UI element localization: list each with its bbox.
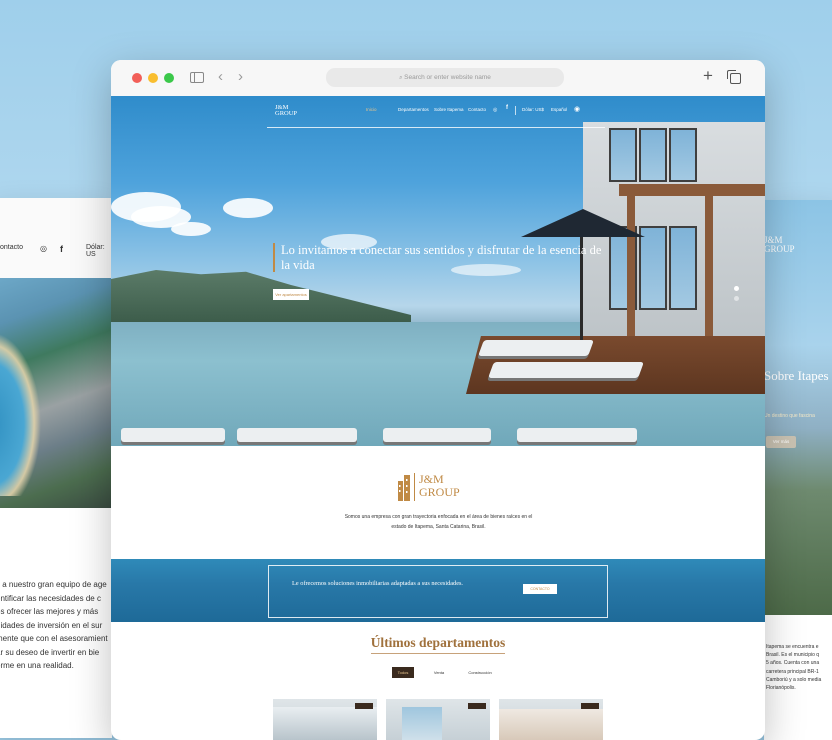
right-paragraph-line: Camboriú y a solo media bbox=[766, 676, 822, 683]
filter-tab-venta[interactable]: Venta bbox=[428, 667, 450, 678]
listing-photo bbox=[402, 707, 442, 740]
left-paragraph-line: entificar las necesidades de c bbox=[0, 593, 101, 603]
left-paragraph-line: s a nuestro gran equipo de age bbox=[0, 580, 107, 589]
browser-window: ‹ › ⌕ Search or enter website name + J&M… bbox=[111, 60, 765, 740]
listing-photo bbox=[499, 709, 603, 740]
left-paragraph-line: nidades de inversión en el sur bbox=[0, 620, 103, 630]
left-paragraph-line: os ofrecer las mejores y más bbox=[0, 607, 99, 616]
right-paragraph-line: 5 años. Cuenta con una bbox=[766, 660, 820, 667]
plus-icon[interactable]: + bbox=[703, 66, 713, 86]
address-bar[interactable]: ⌕ Search or enter website name bbox=[326, 68, 564, 87]
filter-tab-construccion[interactable]: Construcción bbox=[462, 667, 498, 678]
right-page-button[interactable]: Ver más bbox=[766, 436, 796, 448]
nav-item-departamentos[interactable]: Departamentos bbox=[398, 107, 429, 112]
right-page-photo bbox=[764, 200, 832, 615]
cloud bbox=[223, 198, 273, 218]
building-window bbox=[639, 226, 667, 310]
listing-badge bbox=[468, 703, 486, 709]
back-arrow-icon[interactable]: ‹ bbox=[218, 68, 223, 85]
listings-title: Últimos departamentos bbox=[370, 635, 506, 650]
sun-lounger bbox=[478, 340, 594, 356]
close-window-button[interactable] bbox=[132, 73, 142, 83]
sun-lounger bbox=[383, 428, 491, 442]
tabs-icon-back bbox=[727, 70, 736, 79]
right-page-paragraph: Itapema se encuentra e Brasil. Es el mun… bbox=[766, 643, 832, 692]
left-page-paragraph: s a nuestro gran equipo de age entificar… bbox=[0, 578, 122, 673]
facebook-icon[interactable]: f bbox=[506, 105, 508, 111]
right-page-logo: J&M GROUP bbox=[764, 236, 795, 254]
sun-lounger bbox=[488, 362, 644, 378]
sun-lounger bbox=[121, 428, 225, 442]
tabs-icon[interactable] bbox=[727, 70, 741, 84]
building-window bbox=[609, 128, 637, 182]
instagram-icon: ◎ bbox=[40, 244, 47, 253]
nav-item-contacto[interactable]: Contacto bbox=[468, 107, 486, 112]
right-paragraph-line: Brasil. Es el municipio q bbox=[766, 652, 820, 659]
right-paragraph-line: Florianópolis. bbox=[766, 685, 796, 692]
sidebar-icon-divider bbox=[194, 73, 196, 82]
sidebar-icon[interactable] bbox=[190, 72, 204, 83]
left-page-navbar: ontacto ◎ f Dólar: US bbox=[0, 198, 112, 279]
coastal-hills bbox=[111, 270, 411, 327]
pergola-post bbox=[705, 196, 713, 344]
left-paragraph-line: ar su deseo de invertir en bie bbox=[0, 647, 100, 657]
about-logo-text: J&M GROUP bbox=[419, 473, 460, 499]
instagram-icon[interactable]: ◎ bbox=[493, 107, 497, 113]
right-paragraph-line: Itapema se encuentra e bbox=[766, 644, 819, 650]
banner-text: Le ofrecemos soluciones inmobiliarias ad… bbox=[292, 580, 464, 587]
listing-card[interactable] bbox=[273, 699, 377, 740]
building-window bbox=[639, 128, 667, 182]
site-logo[interactable]: J&M GROUP bbox=[275, 104, 298, 117]
left-paragraph-line: mente que con el asesoramient bbox=[0, 634, 108, 643]
sun-lounger bbox=[237, 428, 357, 442]
right-logo-line2: GROUP bbox=[764, 244, 795, 254]
banner-contact-button[interactable]: CONTACTO bbox=[523, 584, 557, 594]
right-page-subtitle: Un destino que fascina bbox=[764, 413, 815, 419]
cloud bbox=[171, 222, 211, 236]
browser-toolbar: ‹ › ⌕ Search or enter website name + bbox=[111, 60, 765, 97]
facebook-icon: f bbox=[60, 244, 63, 254]
carousel-dot[interactable] bbox=[734, 296, 739, 301]
left-nav-currency: Dólar: US bbox=[86, 244, 105, 258]
left-paragraph-line: orme en una realidad. bbox=[0, 661, 74, 670]
listings-title-underline bbox=[371, 653, 505, 654]
banner-frame bbox=[268, 565, 608, 618]
right-paragraph-line: carretera principal BR-1 bbox=[766, 668, 819, 675]
pergola-beam bbox=[619, 184, 765, 196]
hero-title: Lo invitamos a conectar sus sentidos y d… bbox=[273, 243, 611, 272]
left-page-coastline bbox=[0, 316, 50, 496]
listing-card[interactable] bbox=[386, 699, 490, 740]
about-section bbox=[111, 446, 765, 559]
listing-badge bbox=[355, 703, 373, 709]
logo-divider bbox=[414, 473, 415, 501]
hero-cta-button[interactable]: Ver apartamentos bbox=[273, 289, 309, 300]
nav-underline bbox=[267, 127, 605, 128]
building-window bbox=[669, 128, 697, 182]
left-nav-contact: ontacto bbox=[0, 244, 23, 251]
background-page-right: J&M GROUP Sobre Itapes Un destino que fa… bbox=[764, 200, 832, 740]
nav-separator bbox=[515, 106, 516, 115]
language-selector[interactable]: Español bbox=[551, 107, 567, 112]
maximize-window-button[interactable] bbox=[164, 73, 174, 83]
currency-selector[interactable]: Dólar: US$ bbox=[522, 107, 544, 112]
listing-card[interactable] bbox=[499, 699, 603, 740]
about-logo-line2: GROUP bbox=[419, 485, 460, 499]
listing-badge bbox=[581, 703, 599, 709]
listing-photo bbox=[273, 707, 377, 740]
building-logo-icon bbox=[398, 475, 410, 501]
carousel-dot-active[interactable] bbox=[734, 286, 739, 291]
building-window bbox=[669, 226, 697, 310]
sun-lounger bbox=[517, 428, 637, 442]
user-account-icon[interactable]: ◉ bbox=[574, 105, 580, 113]
filter-tab-todos[interactable]: Todos bbox=[392, 667, 414, 678]
about-description: Somos una empresa con gran trayectoria e… bbox=[344, 514, 533, 530]
forward-arrow-icon[interactable]: › bbox=[238, 68, 243, 85]
logo-line2: GROUP bbox=[275, 110, 298, 117]
minimize-window-button[interactable] bbox=[148, 73, 158, 83]
right-page-title: Sobre Itapes bbox=[764, 368, 829, 383]
nav-item-sobre-itapema[interactable]: Sobre Itapema bbox=[434, 107, 464, 112]
nav-item-inicio[interactable]: Inicio bbox=[366, 107, 377, 112]
address-placeholder: Search or enter website name bbox=[404, 74, 491, 81]
pergola-post bbox=[627, 196, 635, 344]
